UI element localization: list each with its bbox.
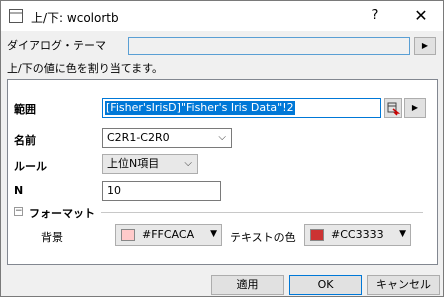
title-bar: 上/下: wcolortb ? ✕: [1, 1, 443, 31]
range-label: 範囲: [14, 103, 36, 116]
dropdown-arrow-icon: ▼: [399, 229, 406, 239]
apply-button[interactable]: 適用: [211, 275, 284, 295]
close-button[interactable]: ✕: [399, 1, 443, 31]
description-text: 上/下の値に色を割り当てます。: [7, 62, 164, 75]
collapse-toggle-icon[interactable]: −: [14, 207, 23, 216]
background-color-picker[interactable]: #FFCACA ▼: [115, 224, 222, 246]
format-section-label: フォーマット: [29, 207, 95, 220]
n-input[interactable]: 10: [102, 181, 221, 201]
help-button[interactable]: ?: [353, 1, 397, 31]
ok-button[interactable]: OK: [289, 275, 362, 295]
text-color-label: テキストの色: [230, 231, 296, 244]
text-color-value: #CC3333: [331, 228, 384, 241]
range-select-button[interactable]: [384, 98, 402, 118]
range-select-icon: [387, 102, 401, 116]
app-icon: [9, 9, 23, 23]
text-color-picker[interactable]: #CC3333 ▼: [304, 224, 411, 246]
section-divider: [101, 212, 423, 213]
chevron-down-icon: ⌵: [218, 132, 226, 143]
n-label: N: [14, 184, 24, 197]
chevron-down-icon: ⌵: [184, 158, 192, 169]
background-color-value: #FFCACA: [142, 228, 195, 241]
dropdown-arrow-icon: ▼: [210, 229, 217, 239]
background-swatch: [121, 229, 135, 241]
dialog-theme-input[interactable]: [128, 37, 410, 55]
range-input[interactable]: [Fisher'sIrisD]"Fisher's Iris Data"!2: [102, 98, 381, 118]
dialog-window: 上/下: wcolortb ? ✕ ダイアログ・テーマ ▶ 上/下の値に色を割り…: [0, 0, 444, 297]
text-color-swatch: [310, 229, 324, 241]
range-value: [Fisher'sIrisD]"Fisher's Iris Data"!2: [105, 101, 295, 115]
window-title: 上/下: wcolortb: [31, 11, 119, 25]
rule-value: 上位N項目: [107, 157, 160, 170]
name-value: C2R1-C2R0: [107, 131, 170, 144]
background-label: 背景: [41, 231, 63, 244]
range-menu-button[interactable]: ▶: [404, 98, 426, 118]
cancel-button[interactable]: キャンセル: [367, 275, 440, 295]
name-dropdown[interactable]: C2R1-C2R0 ⌵: [102, 128, 232, 148]
rule-label: ルール: [14, 160, 47, 173]
name-label: 名前: [14, 134, 36, 147]
right-arrow-icon: ▶: [411, 103, 419, 112]
right-arrow-icon: ▶: [421, 41, 429, 50]
theme-menu-button[interactable]: ▶: [414, 37, 436, 55]
rule-dropdown[interactable]: 上位N項目 ⌵: [102, 154, 198, 174]
dialog-theme-label: ダイアログ・テーマ: [7, 39, 106, 52]
